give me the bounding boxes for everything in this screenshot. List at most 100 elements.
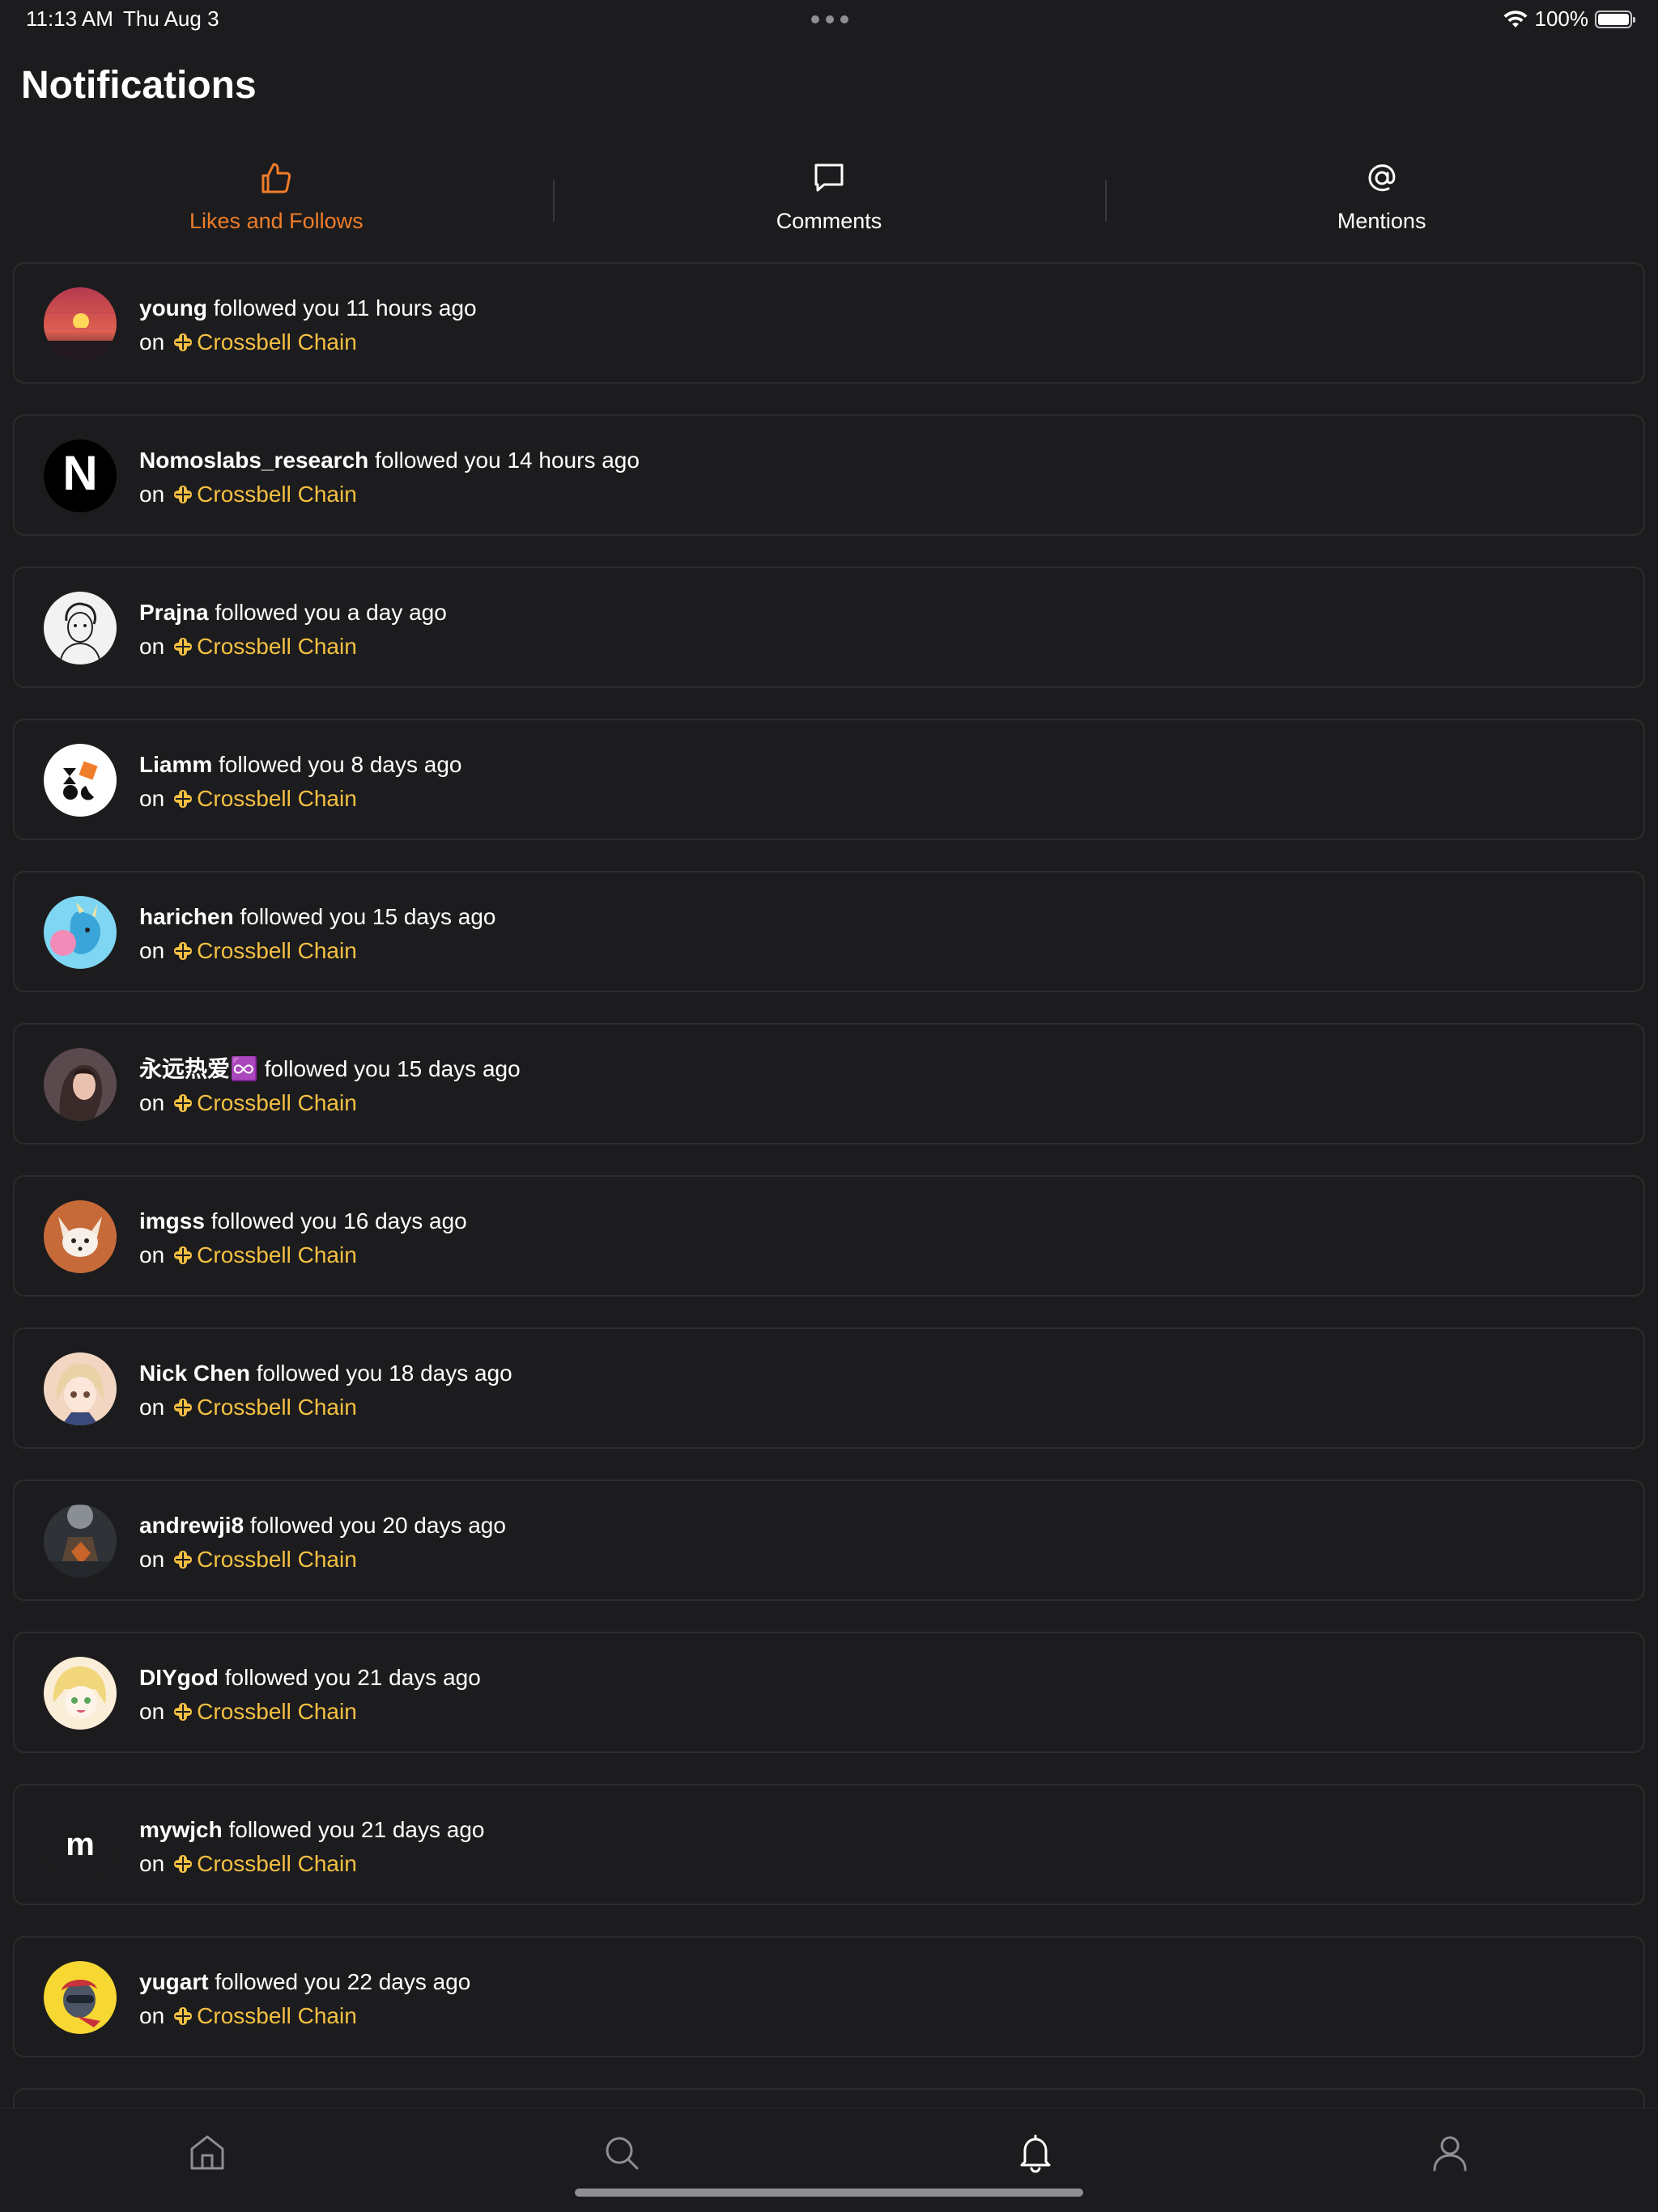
chain-link[interactable]: Crossbell Chain xyxy=(197,630,357,664)
crossbell-logo-icon xyxy=(174,1551,193,1569)
notification-action: followed you 11 hours ago xyxy=(213,295,477,321)
chain-link[interactable]: Crossbell Chain xyxy=(197,1390,357,1424)
notification-action: followed you a day ago xyxy=(215,600,447,625)
notification-card[interactable]: andrewji8 followed you 20 days ago on Cro… xyxy=(13,1480,1645,1601)
notification-username[interactable]: 永远热爱♾️ xyxy=(139,1056,258,1081)
chain-link[interactable]: Crossbell Chain xyxy=(197,1999,357,2033)
notification-action: followed you 21 days ago xyxy=(224,1665,481,1690)
avatar[interactable] xyxy=(44,1048,117,1121)
notification-action: followed you 15 days ago xyxy=(264,1056,521,1081)
notification-tabs: Likes and Follows Comments Mentions xyxy=(0,154,1658,243)
tab-search[interactable] xyxy=(600,2131,644,2175)
notification-username[interactable]: young xyxy=(139,295,207,321)
on-label: on xyxy=(139,1547,165,1572)
on-label: on xyxy=(139,2003,165,2028)
chain-link[interactable]: Crossbell Chain xyxy=(197,1086,357,1120)
tab-comments[interactable]: Comments xyxy=(552,154,1106,243)
status-bar: 11:13 AM Thu Aug 3 100% xyxy=(0,0,1658,37)
notification-card[interactable]: N Nomoslabs_research followed you 14 hou… xyxy=(13,414,1645,536)
chain-link[interactable]: Crossbell Chain xyxy=(197,1695,357,1729)
tab-mentions[interactable]: Mentions xyxy=(1105,154,1658,243)
on-label: on xyxy=(139,482,165,507)
notification-card[interactable]: young followed you 11 hours ago on Crossb… xyxy=(13,262,1645,384)
wifi-icon xyxy=(1503,10,1527,28)
notification-username[interactable]: Liamm xyxy=(139,752,212,777)
notification-list: young followed you 11 hours ago on Crossb… xyxy=(13,262,1645,2121)
home-icon xyxy=(190,2135,224,2170)
tab-home[interactable] xyxy=(185,2131,229,2175)
notification-card[interactable]: imgss followed you 16 days ago on Crossbe… xyxy=(13,1175,1645,1297)
chain-link[interactable]: Crossbell Chain xyxy=(197,1847,357,1881)
chain-link[interactable]: Crossbell Chain xyxy=(197,1543,357,1577)
avatar[interactable] xyxy=(44,1505,117,1577)
on-label: on xyxy=(139,786,165,811)
avatar[interactable] xyxy=(44,287,117,360)
tab-label: Mentions xyxy=(1337,209,1426,233)
notification-username[interactable]: mywjch xyxy=(139,1817,223,1842)
notification-username[interactable]: Prajna xyxy=(139,600,209,625)
notification-username[interactable]: andrewji8 xyxy=(139,1513,244,1538)
avatar[interactable] xyxy=(44,1352,117,1425)
avatar[interactable] xyxy=(44,896,117,969)
on-label: on xyxy=(139,1242,165,1267)
status-date: Thu Aug 3 xyxy=(123,6,219,31)
on-label: on xyxy=(139,1851,165,1876)
avatar[interactable] xyxy=(44,744,117,817)
tab-label: Comments xyxy=(776,209,882,233)
chain-link[interactable]: Crossbell Chain xyxy=(197,934,357,968)
tab-notifications[interactable] xyxy=(1014,2131,1057,2175)
multitasking-dots-icon[interactable] xyxy=(811,15,848,23)
notification-card[interactable]: harichen followed you 15 days ago on Cros… xyxy=(13,871,1645,992)
crossbell-logo-icon xyxy=(174,1855,193,1873)
chain-link[interactable]: Crossbell Chain xyxy=(197,1238,357,1272)
notification-action: followed you 18 days ago xyxy=(256,1361,512,1386)
notification-card[interactable]: m mywjch followed you 21 days ago on Cros… xyxy=(13,1784,1645,1905)
crossbell-logo-icon xyxy=(174,942,193,960)
avatar[interactable]: N xyxy=(44,439,117,512)
avatar-letter: m xyxy=(66,1827,95,1862)
notification-action: followed you 20 days ago xyxy=(249,1513,506,1538)
on-label: on xyxy=(139,329,165,355)
bell-icon xyxy=(1020,2134,1051,2173)
notification-card[interactable]: DIYgod followed you 21 days ago on Crossb… xyxy=(13,1632,1645,1753)
notification-username[interactable]: Nomoslabs_research xyxy=(139,448,368,473)
avatar[interactable] xyxy=(44,592,117,664)
notification-card[interactable]: Liamm followed you 8 days ago on Crossbel… xyxy=(13,719,1645,840)
avatar-letter: N xyxy=(62,446,97,500)
on-label: on xyxy=(139,1090,165,1115)
avatar[interactable] xyxy=(44,1657,117,1730)
chain-link[interactable]: Crossbell Chain xyxy=(197,782,357,816)
battery-percentage: 100% xyxy=(1534,6,1589,31)
notification-action: followed you 21 days ago xyxy=(228,1817,485,1842)
crossbell-logo-icon xyxy=(174,638,193,656)
tab-likes-and-follows[interactable]: Likes and Follows xyxy=(0,154,553,243)
notification-action: followed you 22 days ago xyxy=(215,1969,471,1994)
notification-action: followed you 15 days ago xyxy=(240,904,496,929)
avatar[interactable]: m xyxy=(44,1809,117,1882)
home-indicator[interactable] xyxy=(575,2189,1083,2197)
crossbell-logo-icon xyxy=(174,1399,193,1416)
notification-action: followed you 14 hours ago xyxy=(375,448,640,473)
crossbell-logo-icon xyxy=(174,2007,193,2025)
tab-profile[interactable] xyxy=(1428,2131,1472,2175)
avatar[interactable] xyxy=(44,1200,117,1273)
page-title: Notifications xyxy=(21,64,257,107)
thumbs-up-icon xyxy=(261,163,291,193)
notification-username[interactable]: yugart xyxy=(139,1969,209,1994)
notification-username[interactable]: DIYgod xyxy=(139,1665,219,1690)
tab-label: Likes and Follows xyxy=(189,209,363,233)
notification-username[interactable]: Nick Chen xyxy=(139,1361,250,1386)
notification-card[interactable]: 永远热爱♾️ followed you 15 days ago on Crossb… xyxy=(13,1023,1645,1144)
notification-username[interactable]: harichen xyxy=(139,904,234,929)
chain-link[interactable]: Crossbell Chain xyxy=(197,325,357,359)
notification-card[interactable]: Nick Chen followed you 18 days ago on Cro… xyxy=(13,1327,1645,1449)
status-right: 100% xyxy=(1503,6,1635,32)
notification-card[interactable]: yugart followed you 22 days ago on Crossb… xyxy=(13,1936,1645,2057)
avatar[interactable] xyxy=(44,1961,117,2034)
notification-card[interactable]: Prajna followed you a day ago on Crossbel… xyxy=(13,567,1645,688)
on-label: on xyxy=(139,1395,165,1420)
notification-action: followed you 16 days ago xyxy=(210,1208,467,1233)
crossbell-logo-icon xyxy=(174,1094,193,1112)
chain-link[interactable]: Crossbell Chain xyxy=(197,478,357,512)
notification-username[interactable]: imgss xyxy=(139,1208,205,1233)
